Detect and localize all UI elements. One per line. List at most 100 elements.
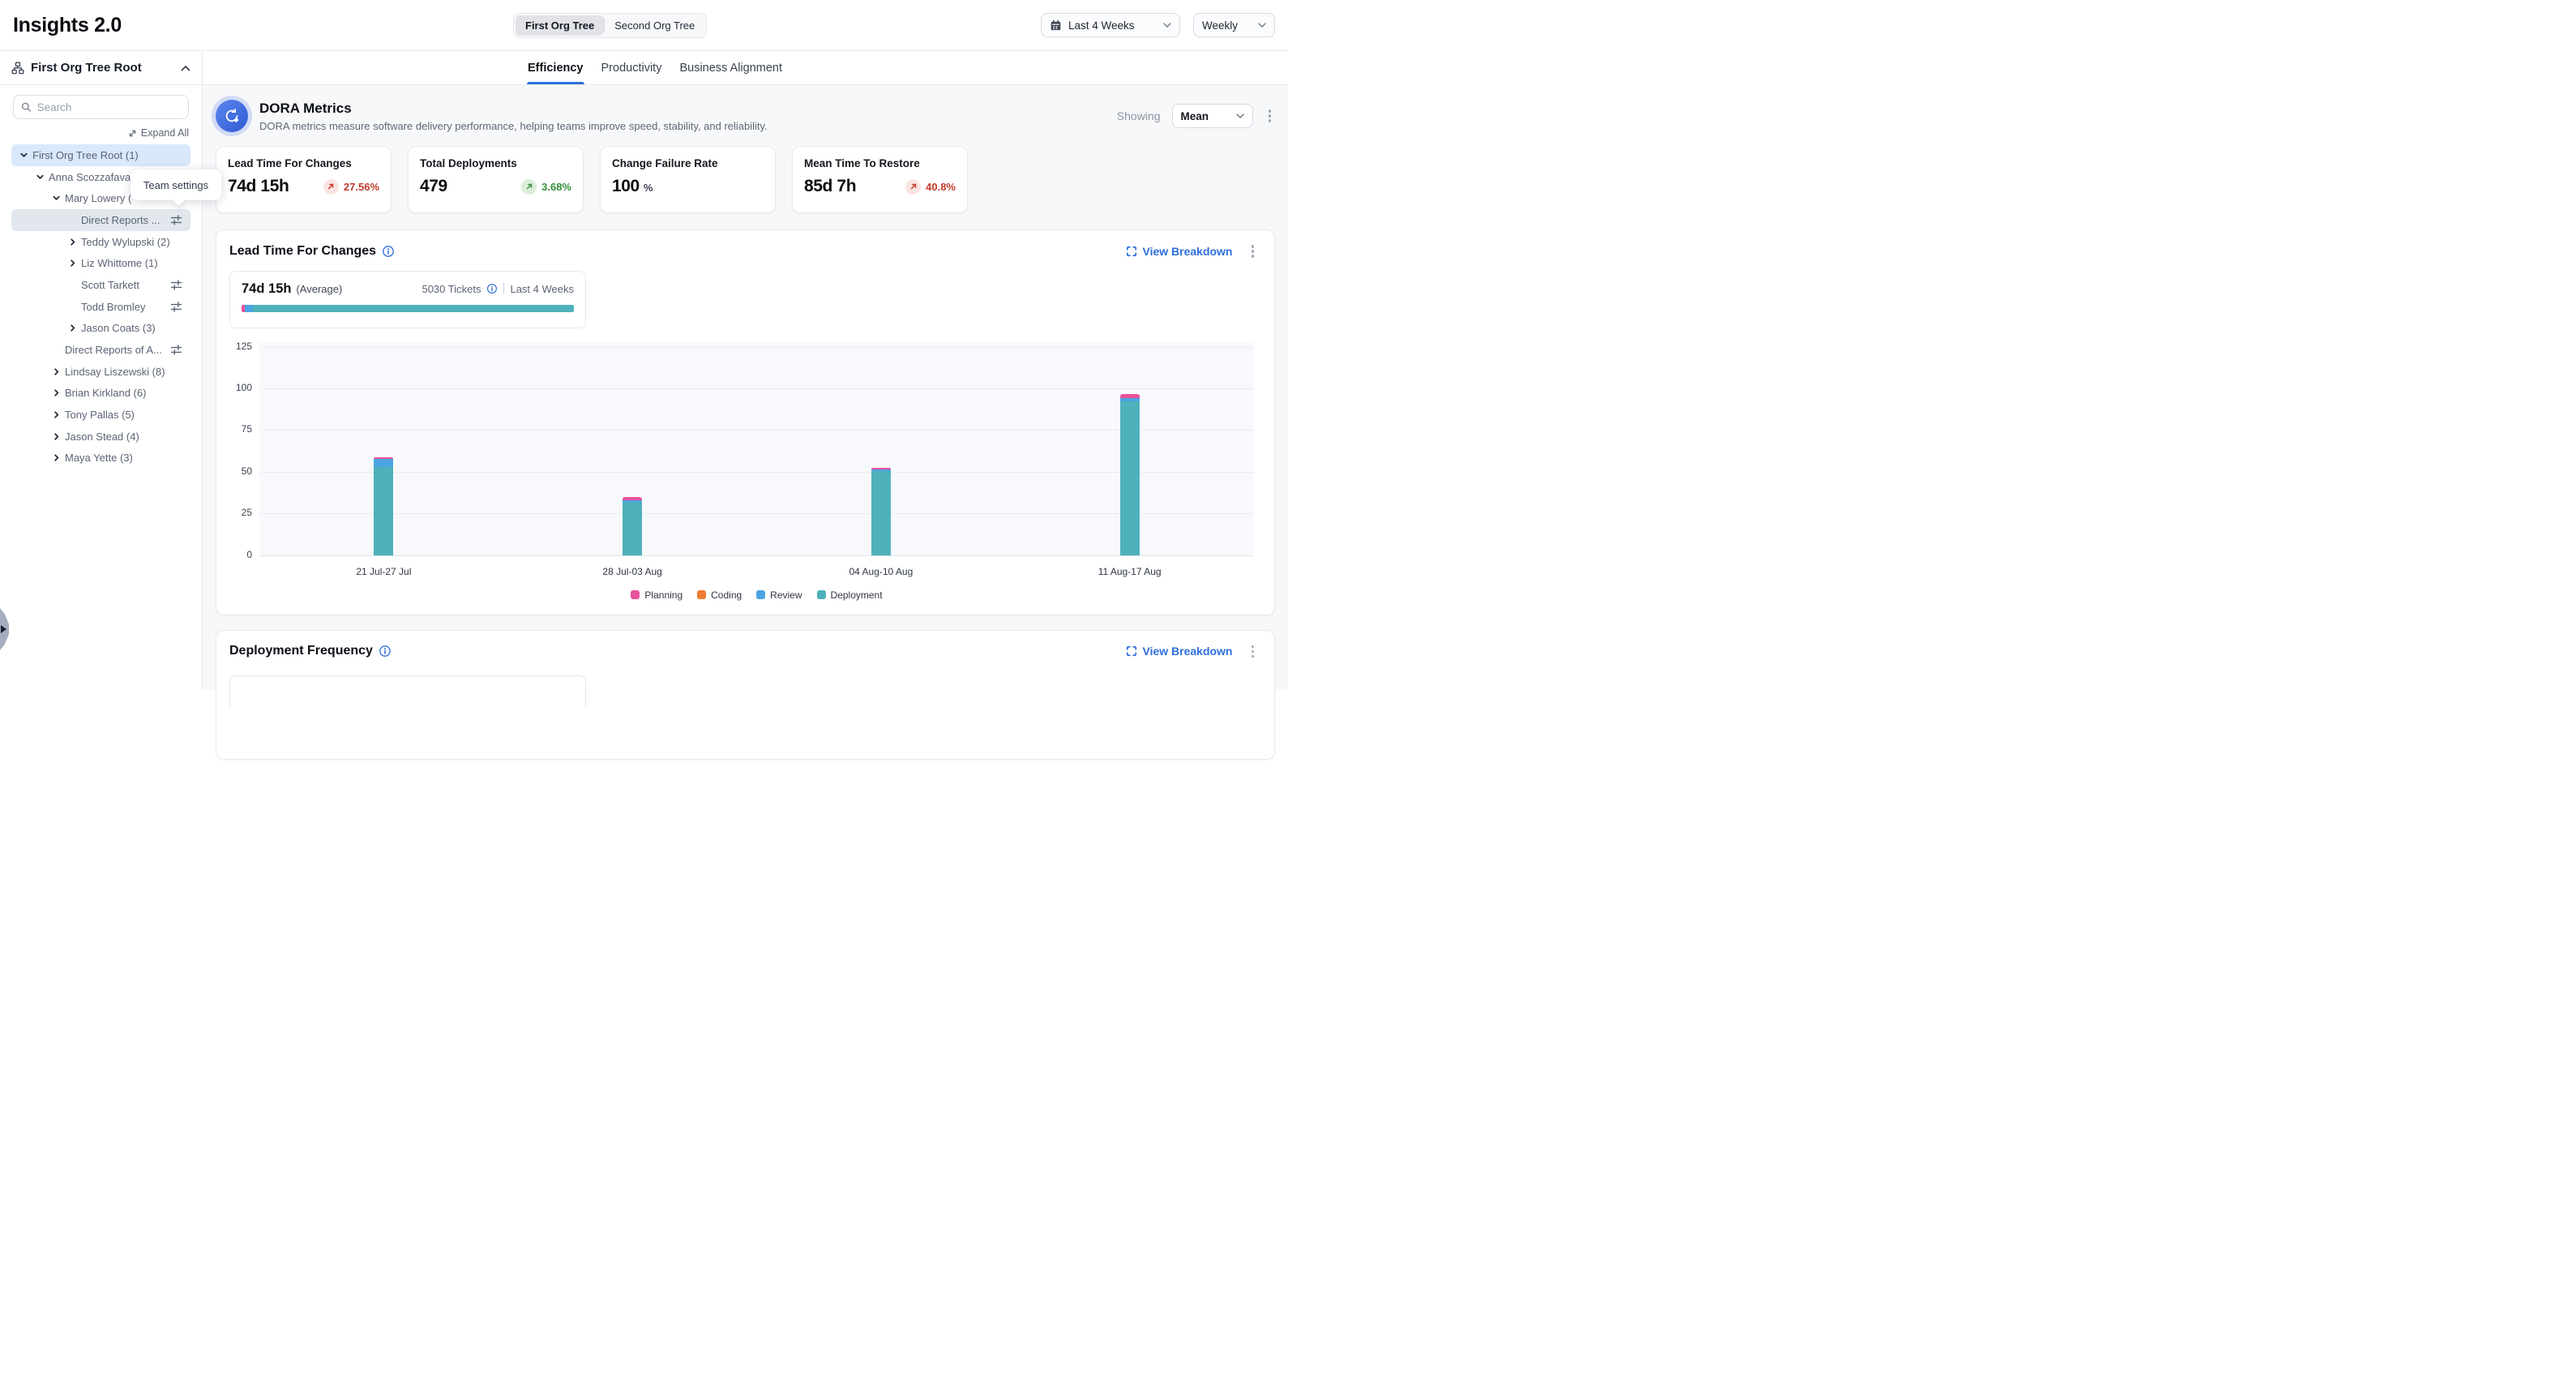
stacked-bar-11-aug-17-aug[interactable] bbox=[1120, 394, 1140, 555]
team-settings-icon[interactable] bbox=[170, 214, 182, 226]
dora-header: DORA Metrics DORA metrics measure softwa… bbox=[216, 97, 1275, 135]
tree-item-liz-whittome-1[interactable]: Liz Whittome (1) bbox=[11, 252, 190, 274]
tree-chevron[interactable] bbox=[68, 324, 81, 332]
chart-legend: PlanningCodingReviewDeployment bbox=[259, 589, 1254, 601]
bar-segment-review bbox=[374, 459, 393, 466]
legend-label: Review bbox=[770, 589, 802, 601]
tree-chevron[interactable] bbox=[52, 410, 65, 419]
tree-item-scott-tarkett[interactable]: Scott Tarkett bbox=[11, 274, 190, 296]
metric-value: 479 bbox=[420, 177, 447, 195]
metric-card-lead-time-for-changes: Lead Time For Changes74d 15h27.56% bbox=[216, 146, 392, 213]
tree-item-jason-coats-3[interactable]: Jason Coats (3) bbox=[11, 318, 190, 340]
team-settings-icon[interactable] bbox=[170, 301, 182, 313]
team-settings-icon[interactable] bbox=[170, 344, 182, 356]
tree-chevron[interactable] bbox=[52, 453, 65, 462]
team-settings-button[interactable] bbox=[170, 214, 182, 226]
phase-segment-review bbox=[245, 305, 253, 312]
tree-chevron[interactable] bbox=[52, 194, 65, 203]
metric-value: 85d 7h bbox=[804, 177, 856, 195]
delta-value: 3.68% bbox=[541, 181, 571, 193]
tab-business-alignment[interactable]: Business Alignment bbox=[678, 51, 783, 84]
metric-card-mean-time-to-restore: Mean Time To Restore85d 7h40.8% bbox=[792, 146, 968, 213]
mean-dropdown[interactable]: Mean bbox=[1172, 104, 1253, 128]
lead-time-kebab-menu[interactable] bbox=[1247, 242, 1259, 261]
legend-item-review: Review bbox=[756, 589, 802, 601]
team-settings-button[interactable] bbox=[170, 301, 182, 313]
y-axis-label-25: 25 bbox=[216, 507, 252, 518]
dora-title: DORA Metrics bbox=[259, 101, 768, 117]
tab-efficiency[interactable]: Efficiency bbox=[527, 51, 584, 84]
sidebar: First Org Tree Root Expand All First Org… bbox=[0, 51, 203, 690]
deployment-frequency-kebab-menu[interactable] bbox=[1247, 642, 1259, 662]
info-icon[interactable] bbox=[379, 645, 392, 658]
gridline-100 bbox=[259, 388, 1254, 389]
stacked-bar-21-jul-27-jul[interactable] bbox=[374, 457, 393, 555]
tree-chevron[interactable] bbox=[19, 151, 32, 160]
search-icon bbox=[21, 101, 32, 113]
date-range-value: Last 4 Weeks bbox=[1068, 19, 1157, 32]
stacked-bar-04-aug-10-aug[interactable] bbox=[871, 468, 891, 555]
view-breakdown-link[interactable]: View Breakdown bbox=[1126, 245, 1232, 258]
y-axis-label-125: 125 bbox=[216, 341, 252, 352]
info-icon[interactable] bbox=[382, 245, 395, 258]
tree-item-todd-bromley[interactable]: Todd Bromley bbox=[11, 296, 190, 318]
delta-value: 27.56% bbox=[344, 181, 379, 193]
team-settings-button[interactable] bbox=[170, 279, 182, 291]
tree-item-label: Direct Reports of A... bbox=[65, 344, 165, 356]
view-breakdown-link[interactable]: View Breakdown bbox=[1126, 645, 1232, 658]
search-input[interactable] bbox=[37, 101, 181, 114]
chevron-right-icon bbox=[68, 324, 77, 332]
tree-item-direct-reports-of-a[interactable]: Direct Reports of A... bbox=[11, 339, 190, 361]
tree-chevron[interactable] bbox=[52, 367, 65, 376]
legend-label: Coding bbox=[711, 589, 742, 601]
legend-label: Deployment bbox=[831, 589, 883, 601]
chevron-right-icon bbox=[52, 453, 61, 462]
lead-time-title: Lead Time For Changes bbox=[229, 244, 376, 259]
tree-item-label: Tony Pallas (5) bbox=[65, 409, 182, 421]
tree-chevron[interactable] bbox=[52, 432, 65, 441]
org-toggle-second-org-tree[interactable]: Second Org Tree bbox=[605, 15, 704, 36]
expand-all-label: Expand All bbox=[141, 127, 189, 139]
delta-badge: 40.8% bbox=[905, 179, 956, 195]
tree-item-lindsay-liszewski-8[interactable]: Lindsay Liszewski (8) bbox=[11, 361, 190, 383]
date-range-dropdown[interactable]: Last 4 Weeks bbox=[1041, 13, 1180, 37]
tree-item-direct-reports[interactable]: Direct Reports ... bbox=[11, 209, 190, 231]
metric-value: 100 bbox=[612, 177, 640, 195]
org-toggle-first-org-tree[interactable]: First Org Tree bbox=[516, 15, 604, 36]
chevron-down-icon bbox=[1258, 23, 1266, 28]
granularity-dropdown[interactable]: Weekly bbox=[1193, 13, 1275, 37]
tree-chevron[interactable] bbox=[68, 259, 81, 268]
lead-time-panel: Lead Time For Changes View Breakdown bbox=[216, 229, 1275, 615]
sidebar-collapse-handle[interactable] bbox=[0, 608, 9, 650]
team-settings-button[interactable] bbox=[170, 344, 182, 356]
tree-item-jason-stead-4[interactable]: Jason Stead (4) bbox=[11, 426, 190, 448]
expand-corners-icon bbox=[1126, 246, 1137, 257]
tree-item-tony-pallas-5[interactable]: Tony Pallas (5) bbox=[11, 404, 190, 426]
x-axis-label-04-aug-10-aug: 04 Aug-10 Aug bbox=[849, 566, 914, 577]
stacked-bar-28-jul-03-aug[interactable] bbox=[623, 497, 642, 555]
team-settings-icon[interactable] bbox=[170, 279, 182, 291]
expand-all-button[interactable]: Expand All bbox=[128, 127, 189, 139]
tree-chevron[interactable] bbox=[68, 238, 81, 246]
y-axis-label-50: 50 bbox=[216, 465, 252, 477]
mean-value: Mean bbox=[1181, 110, 1230, 122]
tree-chevron[interactable] bbox=[36, 173, 49, 182]
tree-item-maya-yette-3[interactable]: Maya Yette (3) bbox=[11, 448, 190, 469]
tree-chevron[interactable] bbox=[52, 388, 65, 397]
tree-item-first-org-tree-root-1[interactable]: First Org Tree Root (1) bbox=[11, 144, 190, 166]
tree-item-teddy-wylupski-2[interactable]: Teddy Wylupski (2) bbox=[11, 231, 190, 253]
tree-item-label: Direct Reports ... bbox=[81, 214, 165, 226]
metric-unit: % bbox=[644, 182, 653, 194]
search-box bbox=[13, 95, 189, 119]
chevron-right-icon bbox=[52, 432, 61, 441]
collapse-chevron-up-icon[interactable] bbox=[181, 65, 190, 71]
tab-productivity[interactable]: Productivity bbox=[601, 51, 663, 84]
chevron-down-icon bbox=[1163, 23, 1171, 28]
chevron-right-icon bbox=[52, 410, 61, 419]
tree-item-label: Jason Coats (3) bbox=[81, 322, 182, 334]
dora-subtitle: DORA metrics measure software delivery p… bbox=[259, 120, 768, 132]
tree-item-brian-kirkland-6[interactable]: Brian Kirkland (6) bbox=[11, 383, 190, 405]
info-icon[interactable] bbox=[486, 283, 498, 294]
dora-kebab-menu[interactable] bbox=[1264, 106, 1276, 126]
metric-title: Lead Time For Changes bbox=[228, 157, 379, 169]
